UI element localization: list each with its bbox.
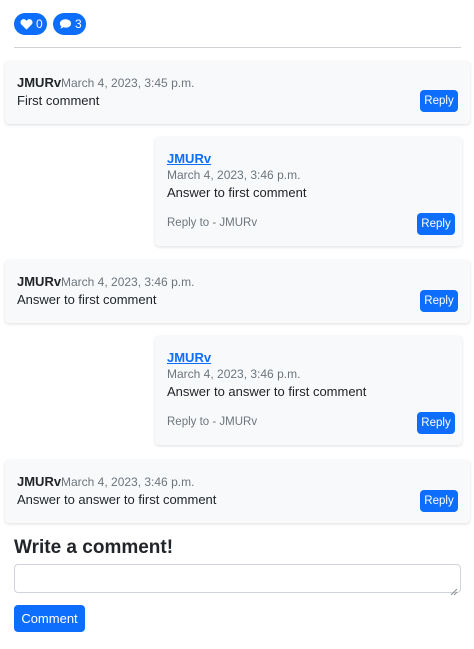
comment-date: March 4, 2023, 3:46 p.m.: [61, 475, 195, 489]
comment-date: March 4, 2023, 3:46 p.m.: [167, 367, 301, 381]
reply-button[interactable]: Reply: [420, 90, 458, 112]
comments-count-button[interactable]: 3: [53, 13, 86, 35]
reply-to-label: Reply to - JMURv: [167, 217, 258, 229]
comment-text: Answer to answer to first comment: [167, 384, 367, 399]
comment-text: First comment: [17, 93, 100, 108]
reply-button[interactable]: Reply: [420, 490, 458, 512]
comment-text: Answer to first comment: [17, 292, 157, 307]
reply-card: JMURv March 4, 2023, 3:46 p.m. Answer to…: [155, 137, 462, 246]
comment-author: JMURv: [17, 274, 62, 289]
comment-text: Answer to first comment: [167, 185, 307, 200]
resize-handle-icon[interactable]: [450, 583, 458, 596]
comment-count: 3: [75, 17, 82, 31]
comment-date: March 4, 2023, 3:46 p.m.: [167, 168, 301, 182]
comment-author: JMURv: [17, 474, 62, 489]
reply-card: JMURv March 4, 2023, 3:46 p.m. Answer to…: [155, 336, 462, 445]
comment-date: March 4, 2023, 3:46 p.m.: [61, 275, 195, 289]
divider: [14, 47, 461, 48]
reply-button[interactable]: Reply: [417, 412, 455, 434]
reply-to-label: Reply to - JMURv: [167, 416, 258, 428]
submit-comment-button[interactable]: Comment: [14, 605, 85, 632]
comment-date: March 4, 2023, 3:45 p.m.: [61, 76, 195, 90]
like-button[interactable]: 0: [14, 13, 47, 35]
form-title: Write a comment!: [14, 537, 174, 558]
like-count: 0: [36, 17, 43, 31]
comment-text: Answer to answer to first comment: [17, 492, 217, 507]
comment-author: JMURv: [17, 75, 62, 90]
reply-author-link[interactable]: JMURv: [167, 350, 211, 365]
speech-bubble-icon: [59, 18, 72, 30]
reply-button[interactable]: Reply: [420, 290, 458, 312]
comment-card: JMURv March 4, 2023, 3:46 p.m. Answer to…: [5, 460, 470, 523]
reply-author-link[interactable]: JMURv: [167, 151, 211, 166]
reply-button[interactable]: Reply: [417, 213, 455, 235]
comment-input[interactable]: [14, 564, 461, 593]
heart-icon: [20, 18, 33, 30]
comment-card: JMURv March 4, 2023, 3:46 p.m. Answer to…: [5, 260, 470, 323]
comment-card: JMURv March 4, 2023, 3:45 p.m. First com…: [5, 61, 470, 124]
